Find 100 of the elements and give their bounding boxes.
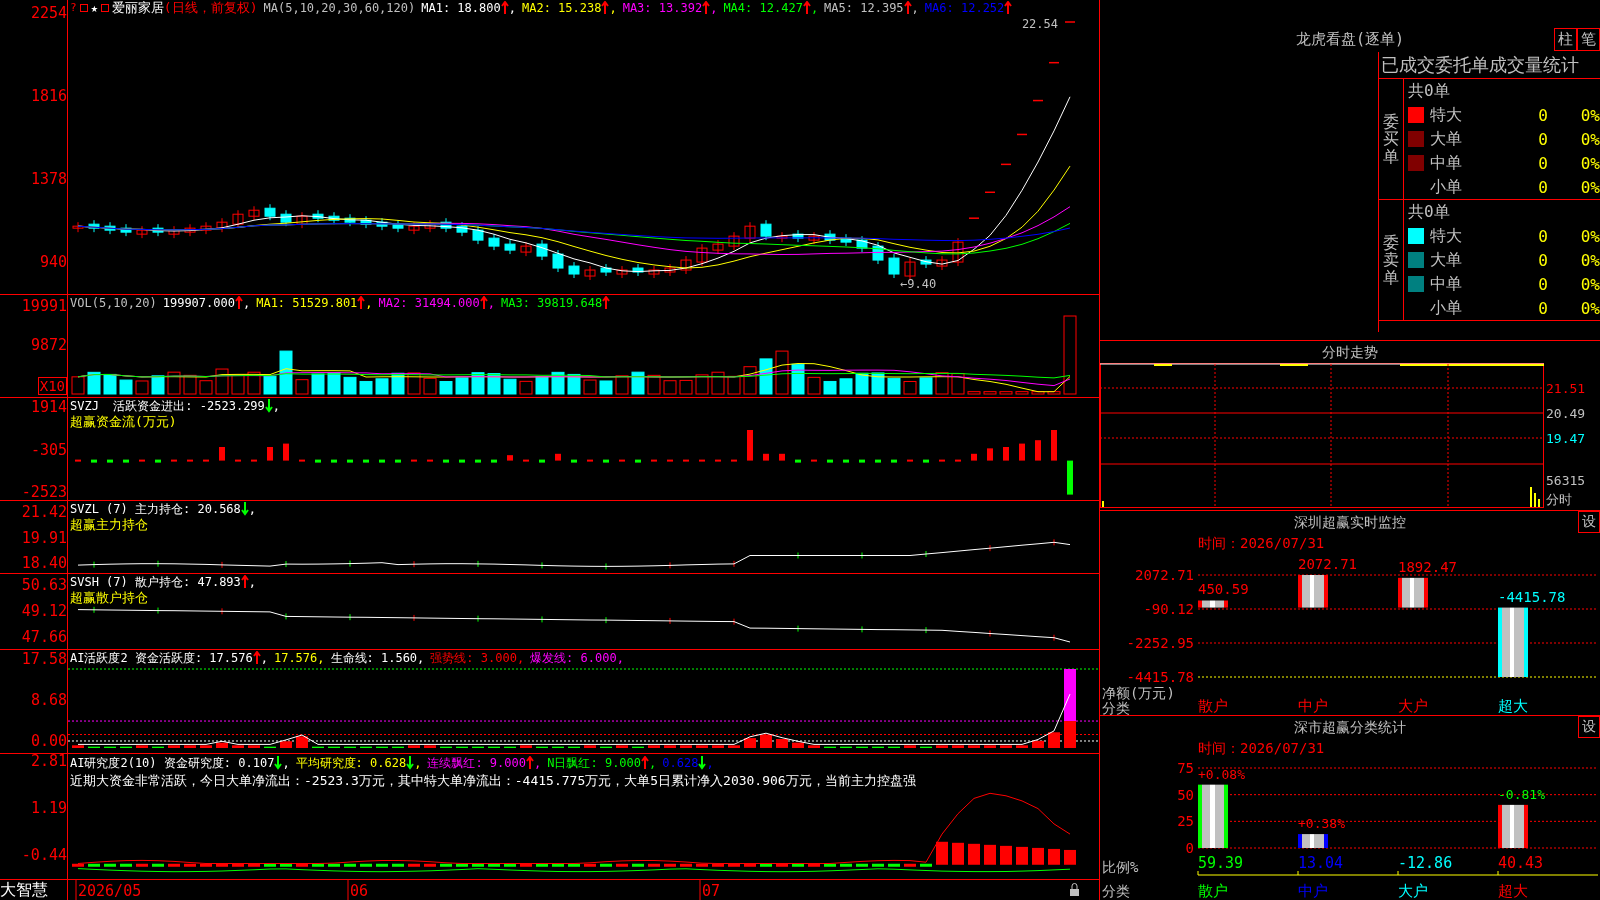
square-icon [79, 4, 88, 12]
price-tick: 19.47 [1546, 431, 1586, 446]
category-label: 超大 [1498, 882, 1528, 900]
view-toggle-button[interactable]: 柱 [1554, 28, 1577, 51]
order-size-label: 特大 [1430, 225, 1463, 247]
order-size-label: 大单 [1430, 249, 1463, 271]
group-label: 委买单 [1383, 112, 1399, 166]
indicator-label: MA2: 15.238 [521, 0, 602, 16]
indicator-label: MA6: 12.252 [924, 0, 1005, 16]
category-label: 散户 [1198, 882, 1228, 900]
table-heading: 已成交委托单成交量统计 [1379, 52, 1600, 79]
category-label: 散户 [1198, 697, 1228, 715]
order-count: 0 [1537, 226, 1548, 246]
separator: , [282, 755, 290, 771]
panel-title: 分时走势 [1321, 343, 1379, 362]
brand-label: 大智慧 [0, 880, 68, 900]
separator: , [911, 0, 919, 16]
price-tick: 21.51 [1546, 381, 1586, 396]
separator: , [487, 295, 495, 311]
indicator-label: 平均研究度: 0.628 [295, 755, 407, 771]
category-label: 超大 [1498, 697, 1528, 715]
order-count: 0 [1537, 298, 1548, 318]
corner-mark: ? [70, 0, 77, 16]
order-size-label: 小单 [1430, 297, 1463, 319]
indicator-label: 强势线: 3.000, [430, 650, 525, 666]
separator: , [272, 398, 281, 414]
indicator-label: SVSH (7) 散户持仓: 47.893 [70, 574, 241, 590]
indicator-label: MA1: 18.800 [421, 0, 501, 16]
axis-label: -2523 [21, 485, 67, 500]
value-label: 2072.71 [1298, 556, 1357, 572]
axis-label: 19.91 [21, 530, 67, 546]
indicator-label: VOL(5,10,20) [70, 295, 157, 311]
indicator-label: 199907.000 [162, 295, 235, 311]
separator: , [649, 755, 657, 771]
order-count: 0 [1537, 105, 1548, 125]
axis-title: 分类 [1102, 700, 1130, 716]
axis-label: 47.66 [21, 630, 67, 645]
category-label: 中户 [1298, 697, 1328, 715]
order-count: 0 [1537, 153, 1548, 173]
order-size-label: 小单 [1430, 176, 1463, 198]
high-price-label: 22.54 [1021, 17, 1058, 31]
order-share: 0% [1579, 298, 1600, 318]
separator: , [248, 501, 257, 517]
indicator-label: SVZJ 活跃资金进出: -2523.299 [70, 398, 265, 414]
axis-title: 净额(万元) [1102, 685, 1175, 701]
separator: , [414, 755, 422, 771]
group-label: 委卖单 [1383, 233, 1399, 287]
axis-label: 2.81 [30, 754, 67, 769]
axis-label: 0 [1185, 840, 1194, 856]
order-total: 共0单 [1407, 80, 1451, 102]
axis-label: -305 [30, 442, 67, 458]
indicator-label: 生命线: 1.560, [330, 650, 425, 666]
settings-button[interactable]: 设 [1578, 716, 1600, 738]
category-label: 中户 [1298, 882, 1328, 900]
value-label: -4415.78 [1498, 588, 1566, 605]
axis-label: 49.12 [21, 604, 67, 619]
axis-label: 19991 [21, 299, 67, 314]
indicator-label: MA2: 31494.000 [378, 295, 480, 311]
separator: , [248, 574, 257, 590]
lock-icon[interactable] [1070, 883, 1079, 896]
axis-label: 9872 [30, 338, 67, 353]
indicator-label: MA5: 12.395 [824, 0, 904, 16]
date-label: 07 [702, 882, 721, 900]
value-label: 59.39 [1198, 854, 1244, 872]
order-count: 0 [1537, 250, 1548, 270]
category-label: 大户 [1398, 697, 1428, 715]
separator: , [810, 0, 819, 16]
indicator-label: N日飘红: 9.000 [547, 755, 642, 771]
axis-label: 50.63 [21, 578, 67, 593]
indicator-label: AI活跃度2 资金活跃度: 17.576 [70, 650, 253, 666]
separator: , [710, 0, 718, 16]
order-size-label: 中单 [1430, 152, 1463, 174]
order-share: 0% [1579, 129, 1600, 149]
analysis-sentence: 近期大资金非常活跃，今日大单净流出：-2523.3万元，其中特大单净流出：-4415.775万元，大单5日累计净入2030.906万元，当前主力控盘强 [69, 772, 917, 790]
low-price-label: ←9.40 [900, 277, 937, 291]
indicator-label: 连续飘红: 9.000 [427, 755, 526, 771]
indicator-label: MA4: 12.427 [723, 0, 803, 16]
order-count: 0 [1537, 129, 1548, 149]
view-toggle-button[interactable]: 笔 [1577, 28, 1600, 51]
order-share: 0% [1579, 153, 1600, 173]
favorite-star[interactable]: ★ [90, 0, 98, 16]
axis-label: 25 [1177, 813, 1194, 830]
separator: , [508, 0, 516, 16]
timestamp: 时间：2026/07/31 [1197, 534, 1326, 553]
axis-label: 1816 [30, 89, 67, 104]
axis-label: 1914 [30, 400, 67, 415]
scale-badge: X10 [37, 377, 67, 395]
indicator-label: MA(5,10,20,30,60,120) [263, 0, 416, 16]
axis-label: 2072.71 [1135, 567, 1194, 583]
stock-name: 爱丽家居 [111, 0, 164, 16]
indicator-caption: 超赢资金流(万元) [69, 414, 178, 430]
axis-label: 940 [39, 255, 67, 270]
settings-button[interactable]: 设 [1578, 511, 1600, 533]
separator: , [609, 0, 617, 16]
indicator-label: MA1: 51529.801 [256, 295, 358, 311]
separator: , [365, 295, 373, 311]
axis-label: 21.42 [21, 505, 67, 520]
order-share: 0% [1579, 274, 1600, 294]
axis-label: 1378 [30, 172, 67, 187]
indicator-caption: 超赢散户持仓 [69, 590, 149, 606]
